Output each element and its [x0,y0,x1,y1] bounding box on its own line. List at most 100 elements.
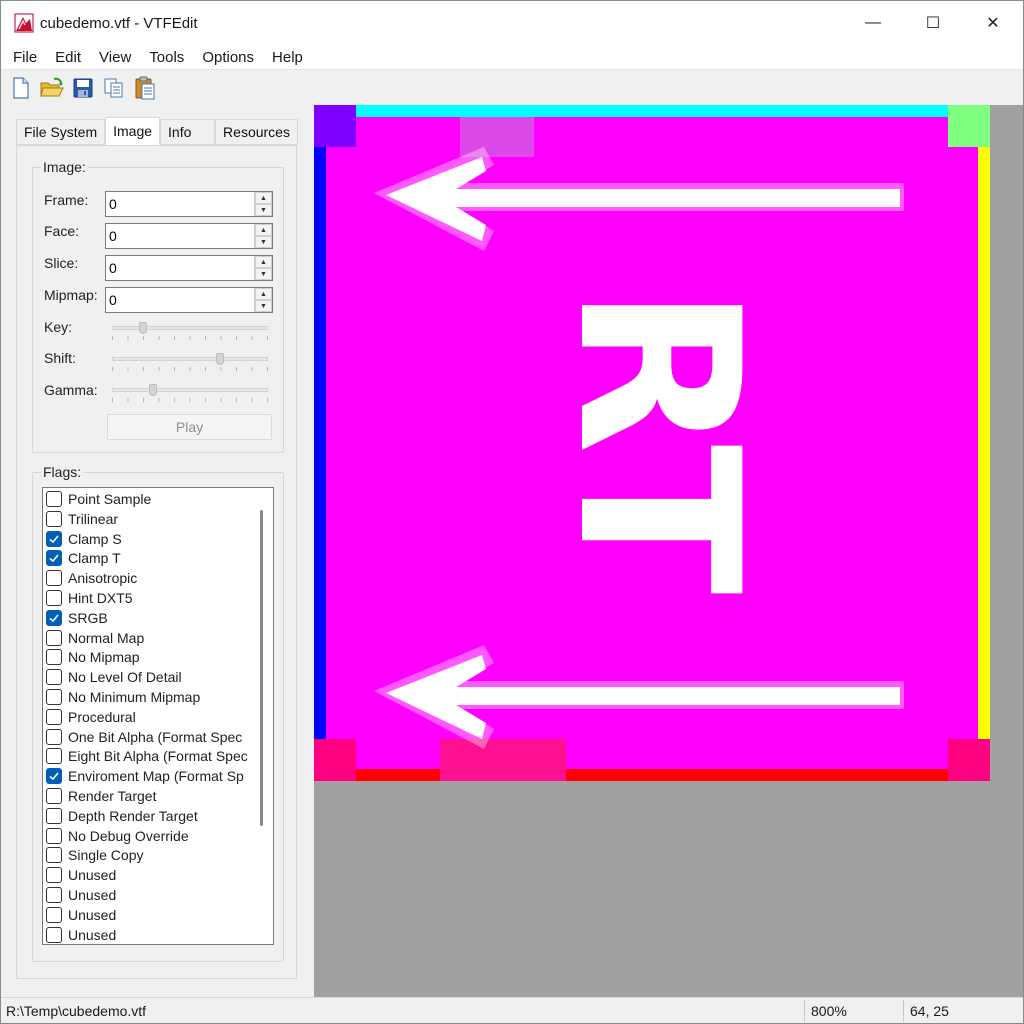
unchecked-checkbox-icon[interactable] [46,590,62,606]
play-button[interactable]: Play [107,414,272,440]
checked-checkbox-icon[interactable] [46,530,62,547]
key-slider[interactable] [112,322,268,340]
copy-button[interactable] [102,76,126,100]
texture-left-edge [314,105,326,781]
flag-item[interactable]: No Mipmap [46,647,140,667]
slice-label: Slice: [44,255,79,271]
frame-spinbox[interactable]: 0 ▲ ▼ [105,191,273,217]
flag-item[interactable]: Procedural [46,707,136,727]
gamma-slider[interactable] [112,384,268,402]
unchecked-checkbox-icon[interactable] [46,669,62,686]
flag-item[interactable]: Hint DXT5 [46,588,133,608]
unchecked-checkbox-icon[interactable] [46,510,62,527]
slice-value[interactable]: 0 [106,256,254,280]
flag-item[interactable]: Render Target [46,786,156,806]
minimize-button[interactable]: — [843,1,903,45]
face-down-arrow-icon[interactable]: ▼ [255,236,272,248]
unchecked-checkbox-icon[interactable] [46,906,62,923]
flag-item[interactable]: Unused [46,885,116,905]
image-viewport[interactable]: RT [314,105,1023,997]
mipmap-spinbox[interactable]: 0 ▲ ▼ [105,287,273,313]
flags-checklist[interactable]: Point Sample Trilinear Clamp S Clamp T Aniso… [42,487,274,945]
unchecked-checkbox-icon[interactable] [46,847,62,864]
app-window: cubedemo.vtf - VTFEdit — ☐ ✕ File Edit V… [0,0,1024,1024]
flag-item[interactable]: No Minimum Mipmap [46,687,200,707]
flag-item[interactable]: Unused [46,905,116,925]
flag-item[interactable]: Clamp S [46,529,122,549]
flag-label: Depth Render Target [68,807,198,824]
save-button[interactable] [71,76,95,100]
unchecked-checkbox-icon[interactable] [46,570,62,587]
frame-up-arrow-icon[interactable]: ▲ [255,192,272,204]
unchecked-checkbox-icon[interactable] [46,926,62,943]
flag-item[interactable]: Trilinear [46,509,118,529]
flag-item[interactable]: Unused [46,925,116,944]
face-spinbox[interactable]: 0 ▲ ▼ [105,223,273,249]
flag-item[interactable]: No Level Of Detail [46,667,182,687]
texture-preview: RT [314,105,990,781]
flag-item[interactable]: Anisotropic [46,568,137,588]
frame-down-arrow-icon[interactable]: ▼ [255,204,272,216]
slice-spinbox[interactable]: 0 ▲ ▼ [105,255,273,281]
open-button[interactable] [40,76,64,100]
flag-item[interactable]: SRGB [46,608,108,628]
paste-button[interactable] [133,76,157,100]
menu-view[interactable]: View [93,49,137,66]
flag-item[interactable]: Point Sample [46,489,151,509]
unchecked-checkbox-icon[interactable] [46,788,62,804]
tab-resources[interactable]: Resources [215,119,298,145]
maximize-button[interactable]: ☐ [903,1,963,45]
tab-image[interactable]: Image [105,117,161,145]
gamma-slider-thumb[interactable] [149,384,157,396]
flag-item[interactable]: Single Copy [46,845,144,865]
mipmap-down-arrow-icon[interactable]: ▼ [255,300,272,312]
unchecked-checkbox-icon[interactable] [46,629,62,646]
mipmap-up-arrow-icon[interactable]: ▲ [255,288,272,300]
unchecked-checkbox-icon[interactable] [46,827,62,844]
new-button[interactable] [9,76,33,100]
unchecked-checkbox-icon[interactable] [46,807,62,824]
menu-file[interactable]: File [7,49,43,66]
checked-checkbox-icon[interactable] [46,609,62,626]
tab-file-system[interactable]: File System [16,119,106,145]
flag-item[interactable]: Eight Bit Alpha (Format Spec [46,746,248,766]
key-slider-thumb[interactable] [138,322,147,334]
menu-edit[interactable]: Edit [49,49,87,66]
slice-up-arrow-icon[interactable]: ▲ [255,256,272,268]
checked-checkbox-icon[interactable] [46,768,62,785]
menu-help[interactable]: Help [266,49,309,66]
unchecked-checkbox-icon[interactable] [46,867,62,884]
checked-checkbox-icon[interactable] [46,550,62,567]
menu-tools[interactable]: Tools [143,49,190,66]
close-icon: ✕ [986,15,1000,32]
unchecked-checkbox-icon[interactable] [46,491,62,507]
unchecked-checkbox-icon[interactable] [46,689,62,705]
mipmap-label: Mipmap: [44,287,98,303]
unchecked-checkbox-icon[interactable] [46,708,62,725]
unchecked-checkbox-icon[interactable] [46,728,62,745]
face-value[interactable]: 0 [106,224,254,248]
flag-item[interactable]: One Bit Alpha (Format Spec [46,727,242,747]
unchecked-checkbox-icon[interactable] [46,887,62,903]
frame-value[interactable]: 0 [106,192,254,216]
flag-item[interactable]: Depth Render Target [46,806,198,826]
unchecked-checkbox-icon[interactable] [46,649,62,666]
menu-options[interactable]: Options [196,49,260,66]
flag-item[interactable]: Unused [46,865,116,885]
close-button[interactable]: ✕ [963,1,1023,45]
flags-scrollbar[interactable] [260,510,263,826]
tab-info[interactable]: Info [160,119,216,145]
flags-group-title: Flags: [41,464,84,480]
flag-item[interactable]: Clamp T [46,548,121,568]
face-label: Face: [44,223,80,239]
slice-down-arrow-icon[interactable]: ▼ [255,268,272,280]
unchecked-checkbox-icon[interactable] [46,748,62,765]
mipmap-value[interactable]: 0 [106,288,254,312]
face-up-arrow-icon[interactable]: ▲ [255,224,272,236]
shift-slider[interactable] [112,353,268,371]
flag-label: Point Sample [68,491,152,507]
shift-slider-thumb[interactable] [215,353,224,365]
flag-item[interactable]: Enviroment Map (Format Sp [46,766,244,786]
flag-item[interactable]: No Debug Override [46,826,189,846]
flag-item[interactable]: Normal Map [46,628,144,648]
